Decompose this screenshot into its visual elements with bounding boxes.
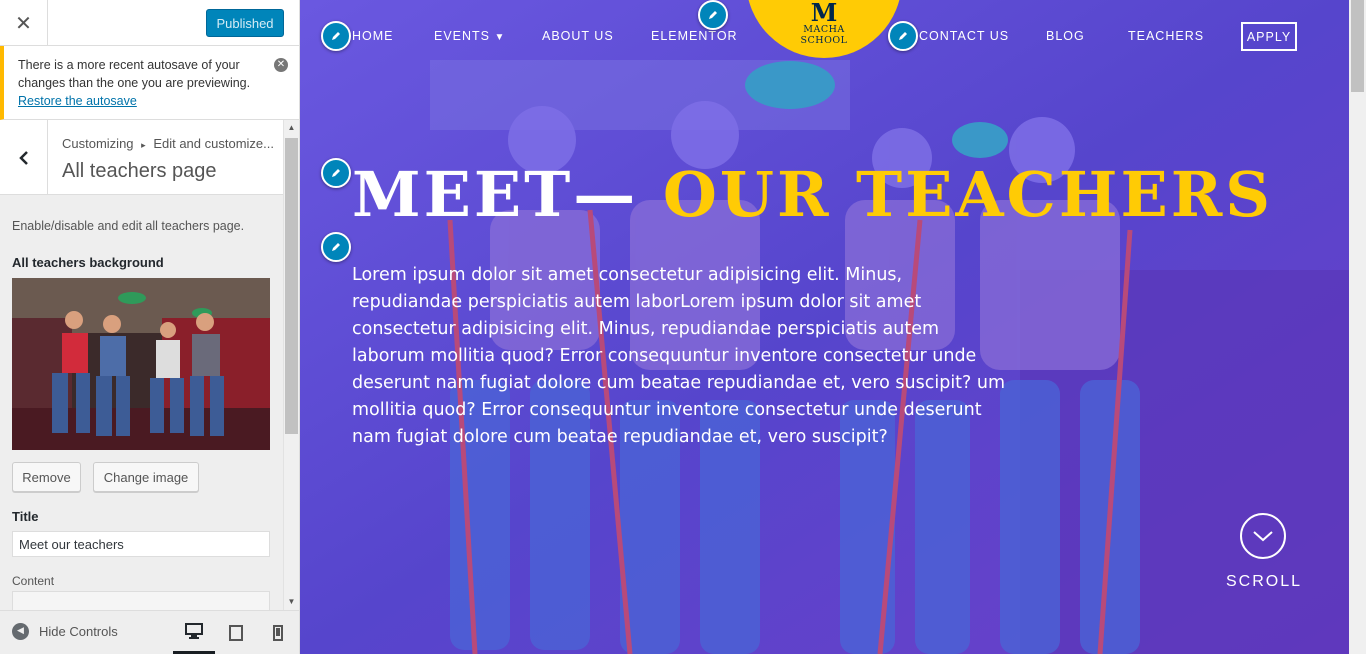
pencil-icon: [332, 169, 340, 177]
nav-about-us[interactable]: ABOUT US: [542, 29, 614, 43]
hide-controls-label: Hide Controls: [39, 624, 118, 639]
customizer-footer: ◀ Hide Controls: [0, 610, 299, 654]
hero-body-text: Lorem ipsum dolor sit amet consectetur a…: [352, 265, 1006, 447]
preview-tablet-button[interactable]: [215, 611, 257, 654]
dismiss-icon[interactable]: ✕: [274, 58, 288, 72]
chevron-left-icon: [18, 150, 28, 165]
preview-desktop-button[interactable]: [173, 611, 215, 654]
restore-autosave-link[interactable]: Restore the autosave: [18, 94, 137, 108]
logo-letter: M: [810, 0, 838, 27]
nav-blog[interactable]: BLOG: [1046, 29, 1085, 43]
close-icon: ✕: [15, 11, 32, 35]
breadcrumb: Customizing ▸ Edit and customize...: [62, 136, 277, 151]
publish-button[interactable]: Published: [206, 9, 284, 37]
breadcrumb-current: Edit and customize...: [153, 136, 274, 151]
edit-content-pencil-icon[interactable]: [321, 232, 351, 262]
section-controls: Enable/disable and edit all teachers pag…: [12, 205, 272, 613]
hero-title: MEET— OUR TEACHERS: [352, 158, 1273, 232]
nav-home[interactable]: HOME: [352, 29, 394, 43]
customizer-header: ✕ Published: [0, 0, 299, 46]
change-image-button[interactable]: Change image: [93, 462, 199, 492]
scroll-down-button[interactable]: [1240, 513, 1286, 559]
logo-line1: MACHA: [803, 24, 845, 35]
title-input[interactable]: [12, 531, 270, 557]
preview-scrollbar-thumb[interactable]: [1351, 0, 1364, 92]
nav-events[interactable]: EVENTS ▼: [434, 29, 505, 43]
site-preview: HOME EVENTS ▼ ABOUT US ELEMENTOR M MACHA…: [300, 0, 1349, 654]
mobile-icon: [273, 625, 283, 641]
customizer-sidebar: ✕ Published There is a more recent autos…: [0, 0, 300, 654]
chevron-down-icon: [1253, 531, 1273, 542]
background-label: All teachers background: [12, 255, 164, 270]
pencil-icon: [899, 32, 907, 40]
remove-image-button[interactable]: Remove: [12, 462, 81, 492]
collapse-icon: ◀: [12, 623, 29, 640]
hero-title-white: MEET—: [352, 158, 639, 231]
scroll-up-arrow-icon[interactable]: ▲: [284, 120, 299, 136]
close-customizer-button[interactable]: ✕: [0, 0, 48, 46]
breadcrumb-root: Customizing: [62, 136, 134, 151]
background-image-preview[interactable]: [12, 278, 270, 450]
nav-events-label: EVENTS: [434, 29, 491, 43]
sidebar-scrollbar[interactable]: ▲ ▼: [283, 120, 299, 610]
tablet-icon: [229, 625, 243, 641]
preview-scrollbar[interactable]: [1349, 0, 1366, 654]
logo-text: MACHA SCHOOL: [746, 24, 902, 46]
edit-menu-pencil-icon[interactable]: [321, 21, 351, 51]
nav-teachers[interactable]: TEACHERS: [1128, 29, 1204, 43]
hide-controls-button[interactable]: ◀ Hide Controls: [12, 623, 118, 640]
section-title: All teachers page: [62, 160, 217, 182]
title-field-label: Title: [12, 509, 39, 524]
site-nav: HOME EVENTS ▼ ABOUT US ELEMENTOR M MACHA…: [300, 0, 1349, 70]
pencil-icon: [709, 11, 717, 19]
content-field-label: Content: [12, 574, 55, 588]
school-logo[interactable]: M MACHA SCHOOL: [746, 0, 902, 58]
preview-mobile-button[interactable]: [257, 611, 299, 654]
edit-title-pencil-icon[interactable]: [321, 158, 351, 188]
pencil-icon: [332, 243, 340, 251]
scroll-down-arrow-icon[interactable]: ▼: [284, 594, 299, 610]
autosave-notice-text: There is a more recent autosave of your …: [18, 58, 251, 90]
hero-title-yellow: OUR TEACHERS: [662, 158, 1274, 231]
logo-line2: SCHOOL: [800, 35, 848, 46]
nav-elementor[interactable]: ELEMENTOR: [651, 29, 738, 43]
edit-logo-pencil-icon[interactable]: [698, 0, 728, 30]
section-header: Customizing ▸ Edit and customize... All …: [0, 120, 283, 195]
pencil-icon: [332, 32, 340, 40]
desktop-icon: [185, 623, 203, 639]
breadcrumb-separator: ▸: [141, 140, 146, 150]
teachers-photo-thumbnail: [12, 278, 270, 450]
autosave-notice: There is a more recent autosave of your …: [0, 46, 299, 120]
apply-button[interactable]: APPLY: [1241, 22, 1297, 51]
caret-down-icon: ▼: [494, 32, 506, 43]
section-description: Enable/disable and edit all teachers pag…: [12, 219, 245, 233]
nav-contact-us[interactable]: CONTACT US: [919, 29, 1009, 43]
back-button[interactable]: [0, 120, 48, 195]
edit-menu-right-pencil-icon[interactable]: [888, 21, 918, 51]
scroll-label[interactable]: SCROLL: [1226, 573, 1302, 591]
scrollbar-thumb[interactable]: [285, 138, 298, 434]
